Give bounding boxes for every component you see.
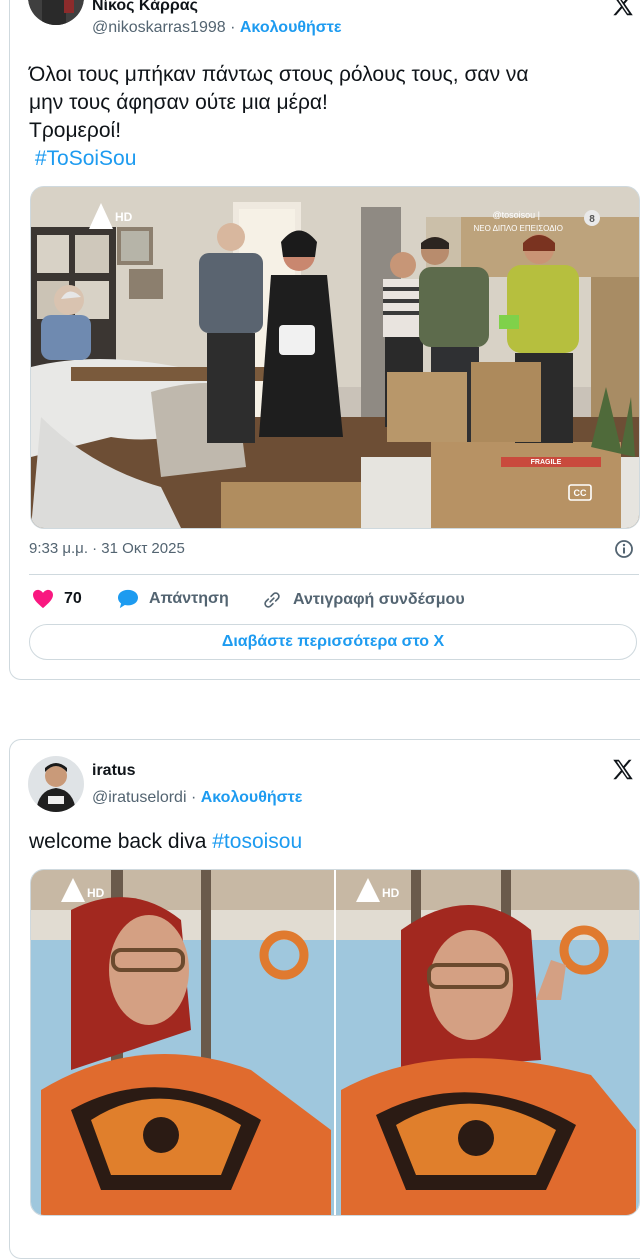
author-handle-row: @iratuselordi · Ακολουθήστε <box>92 789 302 807</box>
media-frame-left <box>31 870 334 1215</box>
copy-link-button[interactable]: Αντιγραφή συνδέσμου <box>261 589 465 611</box>
hashtag-link[interactable]: #tosoisou <box>212 830 302 853</box>
episode-label: ΝΕΟ ΔΙΠΛΟ ΕΠΕΙΣΟΔΙΟ <box>473 224 563 233</box>
author-name[interactable]: iratus <box>92 762 136 780</box>
tweet-timestamp[interactable]: 9:33 μ.μ. · 31 Οκτ 2025 <box>29 540 185 557</box>
heart-icon <box>33 589 53 609</box>
follow-link[interactable]: Ακολουθήστε <box>201 789 303 806</box>
channel-logo-text: HD <box>87 886 105 900</box>
author-handle[interactable]: @nikoskarras1998 <box>92 19 226 36</box>
read-more-button[interactable]: Διαβάστε περισσότερα στο X <box>29 624 637 660</box>
tweet-text-line: Τρομεροί! <box>29 119 122 142</box>
author-name[interactable]: Νίκος Κάρρας <box>92 0 198 15</box>
author-avatar[interactable] <box>28 0 84 25</box>
like-button[interactable]: 70 <box>32 589 82 609</box>
tweet-media-image[interactable]: HD HD <box>30 869 640 1216</box>
tweet-card: iratus @iratuselordi · Ακολουθήστε welco… <box>9 739 640 1259</box>
tweet-text-line: Όλοι τους μπήκαν πάντως στους ρόλους του… <box>29 63 529 86</box>
cc-label: CC <box>574 488 587 498</box>
age-rating-badge: 8 <box>589 214 595 225</box>
author-avatar[interactable] <box>28 756 84 812</box>
author-handle-row: @nikoskarras1998 · Ακολουθήστε <box>92 19 341 37</box>
media-frame-right <box>336 870 639 1215</box>
channel-logo-text: HD <box>382 886 400 900</box>
x-logo-icon[interactable] <box>610 757 636 783</box>
reply-label: Απάντηση <box>149 590 229 607</box>
author-handle[interactable]: @iratuselordi <box>92 789 187 806</box>
tweet-media-image[interactable]: HD @tosoisou | 8 ΝΕΟ ΔΙΠΛΟ ΕΠΕΙΣΟΔΙΟ FRA… <box>30 186 640 529</box>
tweet-text-body: welcome back diva <box>29 830 213 853</box>
tweet-text: welcome back diva #tosoisou <box>29 828 302 856</box>
reply-button[interactable]: Απάντηση <box>117 589 229 609</box>
tape-text: FRAGILE <box>531 459 562 466</box>
tweet-text-line: μην τους άφησαν ούτε μια μέρα! <box>29 91 328 114</box>
tweet-card: Νίκος Κάρρας @nikoskarras1998 · Ακολουθή… <box>9 0 640 680</box>
divider <box>29 574 639 575</box>
like-count: 70 <box>64 590 82 607</box>
hashtag-link[interactable]: #ToSoiSou <box>35 147 137 170</box>
copy-link-label: Αντιγραφή συνδέσμου <box>293 591 465 608</box>
reply-bubble-icon <box>118 589 138 609</box>
tweet-text: Όλοι τους μπήκαν πάντως στους ρόλους του… <box>29 61 529 173</box>
watermark-text: @tosoisou | <box>493 210 541 220</box>
separator-dot: · <box>230 19 236 36</box>
follow-link[interactable]: Ακολουθήστε <box>240 19 342 36</box>
link-icon <box>264 592 280 608</box>
info-icon[interactable] <box>614 539 634 559</box>
separator-dot: · <box>190 789 197 806</box>
x-logo-icon[interactable] <box>610 0 636 19</box>
channel-logo-text: HD <box>115 210 133 224</box>
